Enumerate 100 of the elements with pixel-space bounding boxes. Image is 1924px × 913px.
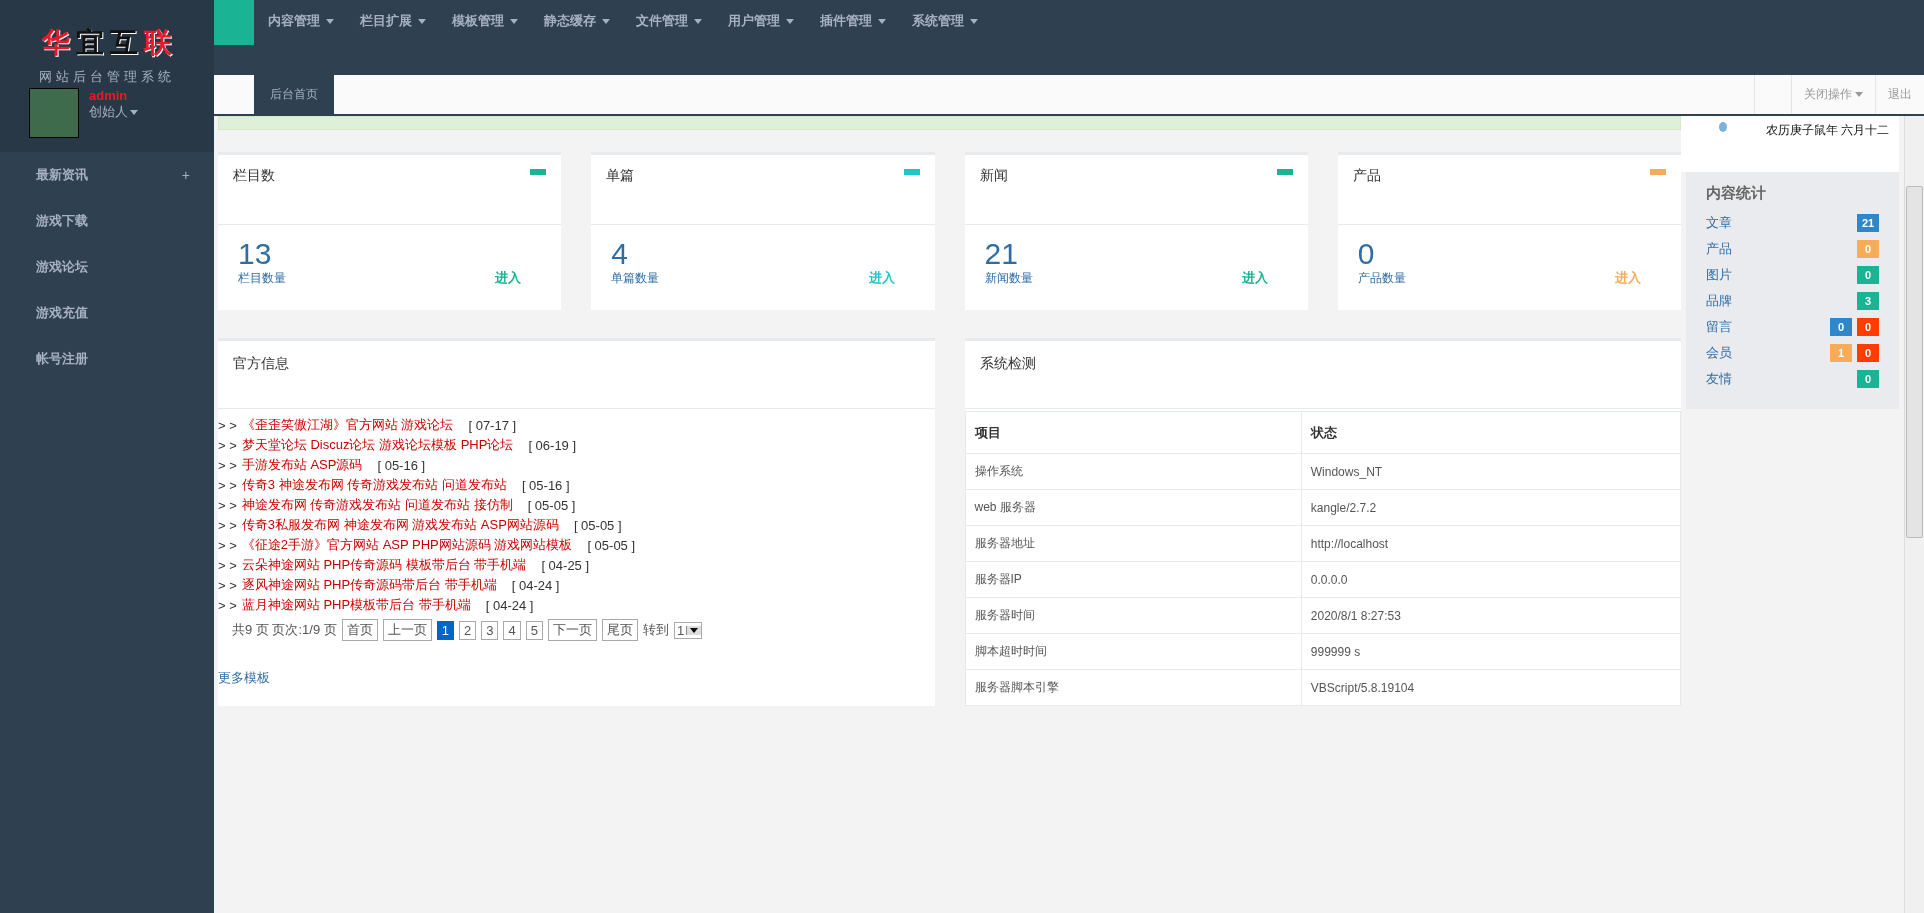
table-cell: 操作系统: [965, 453, 1302, 490]
table-cell: 服务器地址: [965, 525, 1302, 562]
card-value: 4: [611, 237, 629, 270]
table-cell: Windows_NT: [1301, 453, 1681, 490]
stats-link[interactable]: 留言: [1706, 318, 1732, 336]
sidebar-item[interactable]: 游戏充值: [0, 290, 214, 336]
caret-icon: [326, 18, 334, 24]
enter-link[interactable]: 进入: [1241, 269, 1268, 287]
page-button[interactable]: 3: [481, 620, 499, 640]
page-tab[interactable]: 后台首页: [254, 75, 334, 114]
news-date: [ 05-16 ]: [521, 477, 570, 493]
news-link[interactable]: 手游发布站 ASP源码: [241, 456, 363, 474]
stats-link[interactable]: 友情: [1706, 370, 1732, 388]
nav-menu-item[interactable]: 插件管理: [820, 0, 898, 42]
news-link[interactable]: 梦天堂论坛 Discuz论坛 游戏论坛模板 PHP论坛: [241, 436, 514, 454]
scrollbar[interactable]: [1904, 116, 1924, 913]
news-link[interactable]: 逐风神途网站 PHP传奇源码带后台 带手机端: [241, 576, 497, 594]
page-button[interactable]: 1: [436, 620, 454, 640]
card-title: 产品: [1352, 167, 1381, 185]
user-role-dropdown[interactable]: 创始人: [89, 103, 138, 121]
tab-action[interactable]: 退出: [1875, 75, 1924, 114]
logo-character: 宜: [76, 25, 104, 61]
stats-link[interactable]: 文章: [1706, 214, 1732, 232]
news-link[interactable]: 蓝月神途网站 PHP模板带后台 带手机端: [241, 596, 471, 614]
table-cell: kangle/2.7.2: [1301, 489, 1681, 526]
page-summary: 共9 页 页次:1/9 页: [232, 621, 337, 639]
caret-icon: [130, 109, 138, 115]
news-date: [ 04-24 ]: [511, 577, 560, 593]
page-button[interactable]: 上一页: [382, 619, 432, 641]
page-button[interactable]: 4: [503, 620, 521, 640]
caret-icon: [878, 18, 886, 24]
card-caption: 单篇数量: [611, 270, 660, 287]
sidebar-item[interactable]: 游戏论坛: [0, 244, 214, 290]
news-link[interactable]: 《歪歪笑傲江湖》官方网站 游戏论坛: [241, 416, 454, 434]
logo-character: 联: [144, 25, 172, 61]
user-name: admin: [89, 88, 129, 103]
nav-menu-item[interactable]: 栏目扩展: [360, 0, 438, 42]
page-button[interactable]: 2: [459, 620, 477, 640]
caret-icon: [602, 18, 610, 24]
list-marker: > >: [218, 537, 237, 553]
card-title: 新闻: [979, 167, 1008, 185]
list-marker: > >: [218, 517, 237, 533]
nav-menu-item[interactable]: 静态缓存: [544, 0, 622, 42]
table-cell: 服务器时间: [965, 597, 1302, 634]
stats-link[interactable]: 产品: [1706, 240, 1732, 258]
page-button[interactable]: 5: [525, 620, 543, 640]
count-badge: 21: [1857, 214, 1879, 232]
caret-icon: [970, 18, 978, 24]
expand-toggle[interactable]: +: [181, 167, 190, 183]
column-header: 项目: [965, 411, 1302, 454]
weather-icon: [1719, 122, 1727, 132]
column-header: 状态: [1301, 411, 1681, 454]
card-caption: 栏目数量: [238, 270, 286, 287]
table-cell: 2020/8/1 8:27:53: [1301, 597, 1681, 634]
table-cell: web 服务器: [965, 489, 1302, 526]
news-link[interactable]: 《征途2手游》官方网站 ASP PHP网站源码 游戏网站模板: [241, 536, 573, 554]
stats-link[interactable]: 会员: [1706, 344, 1732, 362]
page-button[interactable]: 尾页: [601, 619, 638, 641]
card-value: 0: [1357, 237, 1376, 270]
caret-icon: [694, 18, 702, 24]
nav-menu-item[interactable]: 内容管理: [268, 0, 346, 42]
page-button[interactable]: 首页: [341, 619, 378, 641]
news-link[interactable]: 传奇3私服发布网 神途发布网 游戏发布站 ASP网站源码: [241, 516, 559, 534]
caret-icon: [418, 18, 426, 24]
card-value: 13: [238, 237, 273, 270]
card-title: 栏目数: [233, 167, 275, 185]
lunar-date: 农历庚子鼠年 六月十二: [1765, 122, 1889, 139]
page-button[interactable]: 下一页: [547, 619, 597, 641]
count-badge: 0: [1857, 266, 1879, 284]
page-select[interactable]: 1: [673, 621, 703, 639]
sidebar-item[interactable]: 帐号注册: [0, 336, 214, 382]
caret-icon: [690, 627, 699, 633]
nav-menu-item[interactable]: 用户管理: [728, 0, 806, 42]
table-cell: 脚本超时时间: [965, 633, 1302, 670]
logo-character: 互: [110, 25, 138, 61]
card-caption: 产品数量: [1357, 270, 1406, 287]
news-date: [ 05-05 ]: [527, 497, 576, 513]
more-link[interactable]: 更多模板: [218, 641, 935, 691]
caret-icon: [786, 18, 794, 24]
nav-menu-item[interactable]: 模板管理: [452, 0, 530, 42]
brand-subtitle: 网站后台管理系统: [39, 68, 175, 86]
list-marker: > >: [218, 497, 237, 513]
table-cell: VBScript/5.8.19104: [1301, 669, 1681, 706]
news-link[interactable]: 云朵神途网站 PHP传奇源码 模板带后台 带手机端: [241, 556, 527, 574]
news-link[interactable]: 传奇3 神途发布网 传奇游戏发布站 问道发布站: [241, 476, 507, 494]
enter-link[interactable]: 进入: [495, 269, 522, 287]
avatar-placeholder: [29, 88, 79, 138]
sidebar-item[interactable]: 最新资讯 +: [0, 152, 214, 198]
stats-link[interactable]: 图片: [1706, 266, 1732, 284]
sidebar-item[interactable]: 游戏下载: [0, 198, 214, 244]
count-badge: 0: [1857, 240, 1879, 258]
stats-link[interactable]: 品牌: [1706, 292, 1732, 310]
count-badge: 3: [1857, 292, 1879, 310]
news-link[interactable]: 神途发布网 传奇游戏发布站 问道发布站 接仿制: [241, 496, 513, 514]
list-marker: > >: [218, 437, 237, 453]
nav-menu-item[interactable]: 系统管理: [912, 0, 990, 42]
tab-action[interactable]: 关闭操作: [1791, 75, 1875, 114]
nav-menu-item[interactable]: 文件管理: [636, 0, 714, 42]
list-marker: > >: [218, 557, 237, 573]
list-marker: > >: [218, 597, 237, 613]
